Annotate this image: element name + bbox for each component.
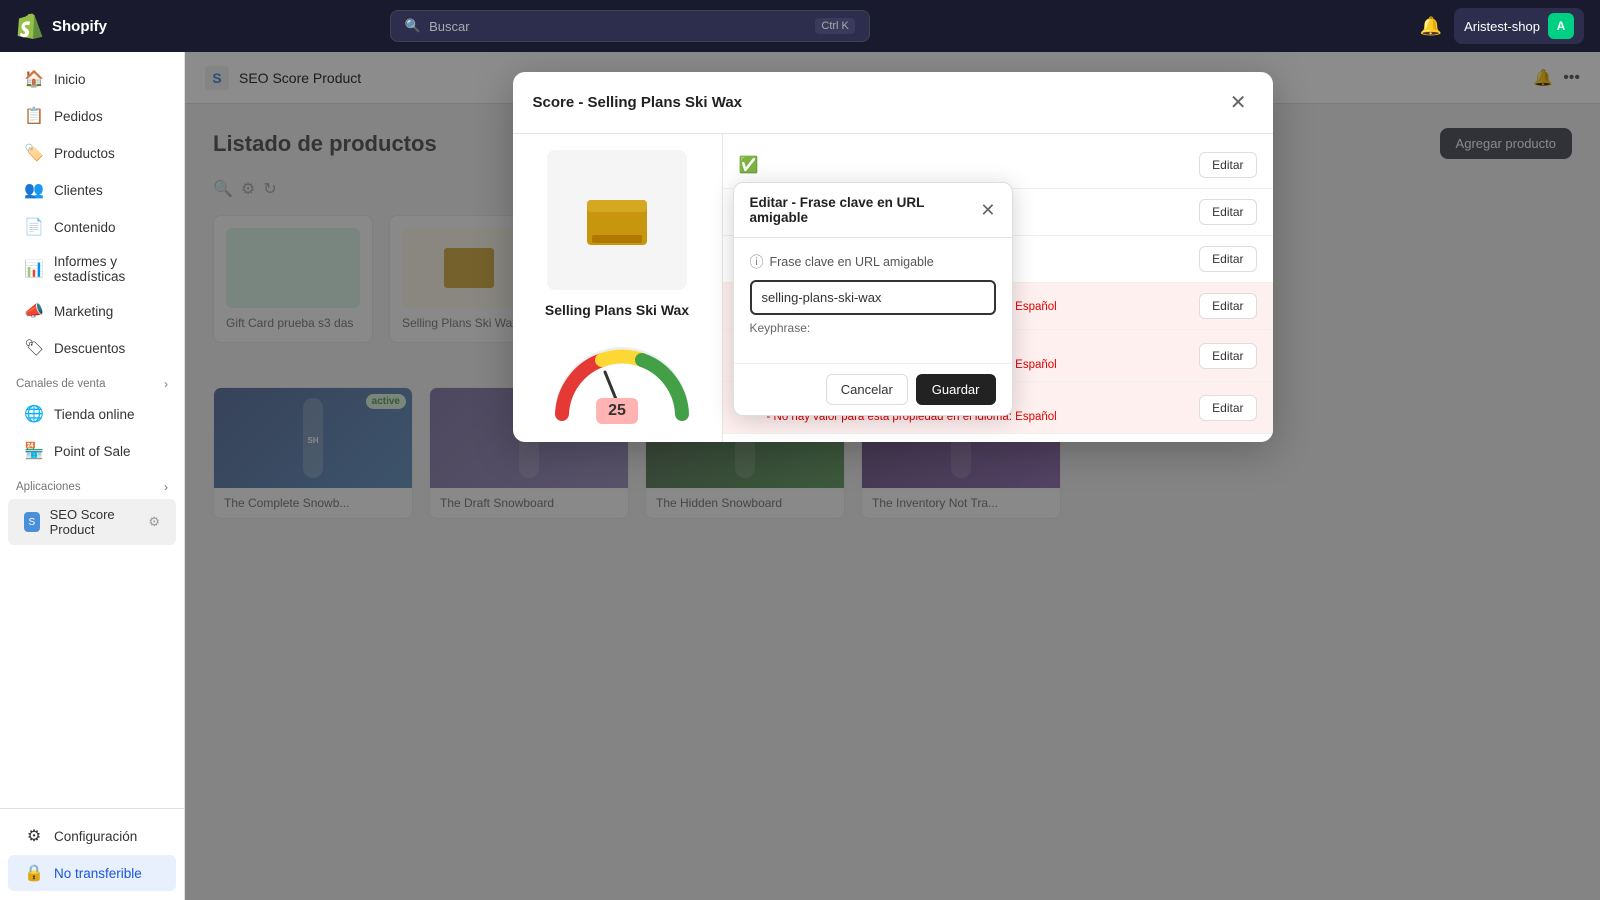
- aplicaciones-section: Aplicaciones ›: [0, 470, 184, 498]
- edit-button-url[interactable]: Editar: [1199, 199, 1256, 225]
- shopify-logo: Shopify: [16, 12, 107, 40]
- sidebar-label-pedidos: Pedidos: [54, 109, 103, 124]
- shopify-name: Shopify: [52, 18, 107, 35]
- content-icon: 📄: [24, 217, 44, 237]
- score-left-panel: Selling Plans Ski Wax: [513, 134, 723, 442]
- edit-button-frase-meta[interactable]: Editar: [1199, 395, 1256, 421]
- inner-dialog-footer: Cancelar Guardar: [734, 363, 1012, 415]
- inner-dialog-header: Editar - Frase clave en URL amigable ✕: [734, 183, 1012, 238]
- canales-section: Canales de venta ›: [0, 367, 184, 395]
- sidebar-item-pedidos[interactable]: 📋 Pedidos: [8, 98, 176, 134]
- sidebar-item-clientes[interactable]: 👥 Clientes: [8, 172, 176, 208]
- product-image-svg: [572, 185, 662, 255]
- sidebar-label-configuracion: Configuración: [54, 829, 137, 844]
- sidebar-label-marketing: Marketing: [54, 304, 113, 319]
- home-icon: 🏠: [24, 69, 44, 89]
- search-area: 🔍 Buscar Ctrl K: [390, 10, 870, 42]
- sidebar-item-no-transferible[interactable]: 🔒 No transferible: [8, 855, 176, 891]
- seo-app-icon: S: [24, 512, 40, 532]
- field-label-row: ⓘ Frase clave en URL amigable: [750, 252, 996, 272]
- score-modal-header: Score - Selling Plans Ski Wax ✕: [513, 72, 1273, 134]
- modal-overlay: Score - Selling Plans Ski Wax ✕: [185, 52, 1600, 900]
- products-icon: 🏷️: [24, 143, 44, 163]
- sidebar-label-tienda: Tienda online: [54, 407, 135, 422]
- inner-dialog-title: Editar - Frase clave en URL amigable: [750, 195, 981, 225]
- sidebar-item-contenido[interactable]: 📄 Contenido: [8, 209, 176, 245]
- search-shortcut: Ctrl K: [815, 18, 855, 34]
- transfer-icon: 🔒: [24, 863, 44, 883]
- sidebar-item-marketing[interactable]: 📣 Marketing: [8, 293, 176, 329]
- sidebar-item-informes[interactable]: 📊 Informes y estadísticas: [8, 246, 176, 292]
- notification-bell[interactable]: 🔔: [1420, 16, 1442, 37]
- settings-icon: ⚙: [24, 826, 44, 846]
- inner-dialog-close[interactable]: ✕: [980, 200, 995, 221]
- orders-icon: 📋: [24, 106, 44, 126]
- url-keyphrase-input[interactable]: [750, 280, 996, 315]
- field-label: Frase clave en URL amigable: [770, 255, 934, 269]
- sidebar-label-contenido: Contenido: [54, 220, 116, 235]
- save-button[interactable]: Guardar: [916, 374, 996, 405]
- sidebar-item-seo-score[interactable]: S SEO Score Product ⚙: [8, 499, 176, 545]
- inner-dialog-body: ⓘ Frase clave en URL amigable Keyphrase:: [734, 238, 1012, 363]
- chevron-right-icon: ›: [164, 377, 168, 391]
- username: Aristest-shop: [1464, 19, 1540, 34]
- sidebar-label-pos: Point of Sale: [54, 444, 131, 459]
- sidebar: 🏠 Inicio 📋 Pedidos 🏷️ Productos 👥 Client…: [0, 52, 185, 900]
- score-modal-title: Score - Selling Plans Ski Wax: [533, 94, 743, 111]
- cancel-button[interactable]: Cancelar: [826, 374, 908, 405]
- chevron-right-icon-apps: ›: [164, 480, 168, 494]
- sidebar-item-descuentos[interactable]: 🏷 Descuentos: [8, 330, 176, 366]
- edit-button-2[interactable]: Editar: [1199, 246, 1256, 272]
- criteria-ok-icon-0: ✅: [739, 155, 759, 175]
- search-text: Buscar: [429, 19, 469, 34]
- sidebar-label-seo: SEO Score Product: [50, 507, 139, 537]
- customers-icon: 👥: [24, 180, 44, 200]
- sidebar-item-tienda-online[interactable]: 🌐 Tienda online: [8, 396, 176, 432]
- discounts-icon: 🏷: [24, 338, 44, 358]
- edit-button-meta[interactable]: Editar: [1199, 343, 1256, 369]
- page-content: S SEO Score Product 🔔 ••• Listado de pro…: [185, 52, 1600, 900]
- keyphrase-label: Keyphrase:: [750, 321, 996, 335]
- field-info-icon: ⓘ: [750, 252, 764, 272]
- marketing-icon: 📣: [24, 301, 44, 321]
- seo-settings-icon[interactable]: ⚙: [148, 514, 160, 530]
- pos-icon: 🏪: [24, 441, 44, 461]
- score-modal: Score - Selling Plans Ski Wax ✕: [513, 72, 1273, 442]
- avatar: A: [1548, 13, 1574, 39]
- edit-button-0[interactable]: Editar: [1199, 152, 1256, 178]
- sidebar-label-transfer: No transferible: [54, 866, 142, 881]
- sidebar-item-configuracion[interactable]: ⚙ Configuración: [8, 818, 176, 854]
- gauge: 25: [547, 334, 687, 414]
- edit-button-3[interactable]: Editar: [1199, 293, 1256, 319]
- sidebar-label-productos: Productos: [54, 146, 115, 161]
- search-box[interactable]: 🔍 Buscar Ctrl K: [390, 10, 870, 42]
- product-image-box: [547, 150, 687, 290]
- sidebar-item-point-of-sale[interactable]: 🏪 Point of Sale: [8, 433, 176, 469]
- topbar-actions: 🔔 Aristest-shop A: [1420, 8, 1584, 44]
- sidebar-item-productos[interactable]: 🏷️ Productos: [8, 135, 176, 171]
- inner-dialog: Editar - Frase clave en URL amigable ✕ ⓘ…: [733, 182, 1013, 416]
- search-icon: 🔍: [405, 18, 421, 34]
- user-menu[interactable]: Aristest-shop A: [1454, 8, 1584, 44]
- sidebar-label-descuentos: Descuentos: [54, 341, 125, 356]
- sidebar-item-inicio[interactable]: 🏠 Inicio: [8, 61, 176, 97]
- online-store-icon: 🌐: [24, 404, 44, 424]
- sidebar-label-inicio: Inicio: [54, 72, 86, 87]
- sidebar-label-clientes: Clientes: [54, 183, 103, 198]
- sidebar-label-informes: Informes y estadísticas: [54, 254, 160, 284]
- score-product-name: Selling Plans Ski Wax: [545, 302, 689, 318]
- reports-icon: 📊: [24, 259, 44, 279]
- topbar: Shopify 🔍 Buscar Ctrl K 🔔 Aristest-shop …: [0, 0, 1600, 52]
- gauge-score-value: 25: [596, 398, 638, 424]
- score-modal-close[interactable]: ✕: [1224, 88, 1253, 117]
